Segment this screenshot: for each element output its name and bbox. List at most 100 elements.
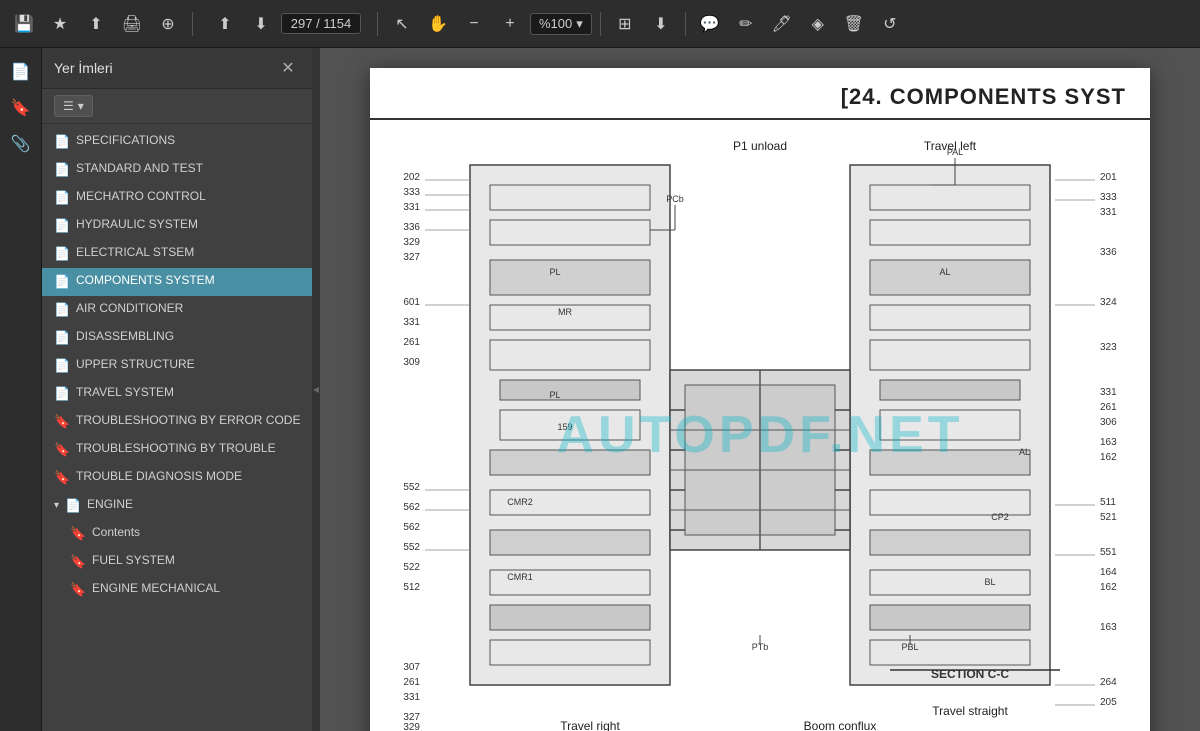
svg-text:CMR2: CMR2 — [507, 497, 533, 507]
sidebar-item-label: AIR CONDITIONER — [76, 301, 183, 317]
highlight-button[interactable]: 🖊 — [766, 8, 798, 40]
page-icon: 📄 — [54, 274, 70, 290]
bookmarks-panel-button[interactable]: 🔖 — [5, 92, 37, 124]
page-total: 1154 — [323, 16, 351, 31]
svg-text:333: 333 — [1100, 192, 1117, 203]
sidebar-item-electrical[interactable]: 📄 ELECTRICAL STSEM — [42, 240, 312, 268]
stamp-button[interactable]: ◈ — [802, 8, 834, 40]
sidebar-item-specifications[interactable]: 📄 SPECIFICATIONS — [42, 128, 312, 156]
sidebar-item-troubleshooting-error[interactable]: 🔖 TROUBLESHOOTING BY ERROR CODE — [42, 408, 312, 436]
page-indicator[interactable]: 297 / 1154 — [281, 13, 361, 34]
sidebar-item-components[interactable]: 📄 COMPONENTS SYSTEM — [42, 268, 312, 296]
main-content: 📄 🔖 📎 Yer İmleri ✕ ☰ ▾ 📄 SPECIFICATIONS … — [0, 48, 1200, 731]
left-icon-panel: 📄 🔖 📎 — [0, 48, 42, 731]
bookmark-button[interactable]: ★ — [44, 8, 76, 40]
svg-text:Boom conflux: Boom conflux — [804, 719, 877, 731]
sidebar-item-troubleshooting-trouble[interactable]: 🔖 TROUBLESHOOTING BY TROUBLE — [42, 436, 312, 464]
svg-text:PCb: PCb — [666, 194, 684, 204]
sidebar-item-label: FUEL SYSTEM — [92, 553, 175, 569]
svg-text:AL: AL — [1019, 447, 1030, 457]
svg-text:261: 261 — [1100, 402, 1117, 413]
sidebar-item-hydraulic[interactable]: 📄 HYDRAULIC SYSTEM — [42, 212, 312, 240]
hand-tool-button[interactable]: ✋ — [422, 8, 454, 40]
page-icon: 📄 — [54, 302, 70, 318]
fit-page-button[interactable]: ⊞ — [609, 8, 641, 40]
bookmark-icon: 🔖 — [54, 442, 70, 458]
svg-text:261: 261 — [403, 677, 420, 688]
sidebar-item-label: MECHATRO CONTROL — [76, 189, 206, 205]
svg-text:162: 162 — [1100, 452, 1117, 463]
sidebar-item-fuel-system[interactable]: 🔖 FUEL SYSTEM — [42, 548, 312, 576]
bookmark-icon: 🔖 — [70, 582, 86, 598]
svg-text:202: 202 — [403, 172, 420, 183]
sidebar-item-upper-structure[interactable]: 📄 UPPER STRUCTURE — [42, 352, 312, 380]
sidebar-item-engine-mechanical[interactable]: 🔖 ENGINE MECHANICAL — [42, 576, 312, 604]
undo-button[interactable]: ↺ — [874, 8, 906, 40]
sidebar-resize-handle[interactable] — [312, 48, 320, 731]
pdf-page-header: [24. COMPONENTS SYST — [370, 68, 1150, 120]
zoom-value: %100 — [539, 16, 572, 31]
svg-text:331: 331 — [1100, 207, 1117, 218]
sidebar-item-contents[interactable]: 🔖 Contents — [42, 520, 312, 548]
zoom-indicator[interactable]: %100 ▾ — [530, 13, 592, 35]
page-current: 297 — [291, 16, 313, 31]
sidebar-item-standard-test[interactable]: 📄 STANDARD AND TEST — [42, 156, 312, 184]
sidebar-item-air-conditioner[interactable]: 📄 AIR CONDITIONER — [42, 296, 312, 324]
svg-text:336: 336 — [1100, 247, 1117, 258]
svg-text:331: 331 — [403, 202, 420, 213]
print-button[interactable]: 🖨 — [116, 8, 148, 40]
sidebar-menu-dropdown-icon: ▾ — [78, 99, 84, 113]
sidebar-item-label: SPECIFICATIONS — [76, 133, 175, 149]
bookmarks-sidebar: Yer İmleri ✕ ☰ ▾ 📄 SPECIFICATIONS 📄 STAN… — [42, 48, 312, 731]
nav-up-button[interactable]: ⬆ — [209, 8, 241, 40]
comment-button[interactable]: 💬 — [694, 8, 726, 40]
main-toolbar: 💾 ★ ⬆ 🖨 ⊕ ⬆ ⬇ 297 / 1154 ↖ ✋ − + %100 ▾ … — [0, 0, 1200, 48]
svg-text:SECTION C-C: SECTION C-C — [931, 667, 1009, 681]
pen-button[interactable]: ✏ — [730, 8, 762, 40]
svg-text:264: 264 — [1100, 677, 1117, 688]
svg-text:309: 309 — [403, 357, 420, 368]
sidebar-item-label: TROUBLE DIAGNOSIS MODE — [76, 469, 242, 485]
zoom-out-button[interactable]: − — [458, 8, 490, 40]
svg-text:Travel straight: Travel straight — [932, 704, 1008, 718]
svg-text:331: 331 — [403, 317, 420, 328]
svg-text:511: 511 — [1100, 497, 1116, 508]
sidebar-toolbar: ☰ ▾ — [42, 89, 312, 124]
page-icon: 📄 — [54, 386, 70, 402]
pdf-viewer[interactable]: [24. COMPONENTS SYST AUTOPDF.NET P1 unlo… — [320, 48, 1200, 731]
delete-button[interactable]: 🗑 — [838, 8, 870, 40]
sidebar-close-button[interactable]: ✕ — [276, 56, 300, 80]
sidebar-menu-button[interactable]: ☰ ▾ — [54, 95, 93, 117]
svg-text:162: 162 — [1100, 582, 1117, 593]
sidebar-item-engine[interactable]: ▾ 📄 ENGINE — [42, 492, 312, 520]
sidebar-item-label: HYDRAULIC SYSTEM — [76, 217, 198, 233]
sidebar-item-trouble-diagnosis[interactable]: 🔖 TROUBLE DIAGNOSIS MODE — [42, 464, 312, 492]
zoom-in-button[interactable]: + — [494, 8, 526, 40]
zoom-dropdown-icon: ▾ — [576, 16, 583, 32]
pdf-page-content: AUTOPDF.NET P1 unload Travel left 202 33… — [370, 120, 1150, 731]
svg-text:Travel right: Travel right — [560, 719, 620, 731]
cursor-tool-button[interactable]: ↖ — [386, 8, 418, 40]
attachments-panel-button[interactable]: 📎 — [5, 128, 37, 160]
svg-text:307: 307 — [403, 662, 420, 673]
sidebar-item-label: ENGINE MECHANICAL — [92, 581, 220, 597]
svg-text:164: 164 — [1100, 567, 1117, 578]
page-thumbnails-button[interactable]: 📄 — [5, 56, 37, 88]
svg-text:601: 601 — [403, 297, 420, 308]
svg-text:PAL: PAL — [947, 147, 963, 157]
svg-text:163: 163 — [1100, 437, 1117, 448]
upload-button[interactable]: ⬆ — [80, 8, 112, 40]
page-icon: 📄 — [54, 218, 70, 234]
sidebar-item-mechatro[interactable]: 📄 MECHATRO CONTROL — [42, 184, 312, 212]
nav-down-button[interactable]: ⬇ — [245, 8, 277, 40]
save-button[interactable]: 💾 — [8, 8, 40, 40]
sidebar-item-disassembling[interactable]: 📄 DISASSEMBLING — [42, 324, 312, 352]
sidebar-item-label: ENGINE — [87, 497, 133, 513]
sidebar-title: Yer İmleri — [54, 60, 113, 76]
zoom-fit-button[interactable]: ⊕ — [152, 8, 184, 40]
collapse-icon: ▾ — [54, 500, 59, 511]
download-button[interactable]: ⬇ — [645, 8, 677, 40]
sidebar-item-travel-system[interactable]: 📄 TRAVEL SYSTEM — [42, 380, 312, 408]
sidebar-item-label: ELECTRICAL STSEM — [76, 245, 194, 261]
svg-text:333: 333 — [403, 187, 420, 198]
